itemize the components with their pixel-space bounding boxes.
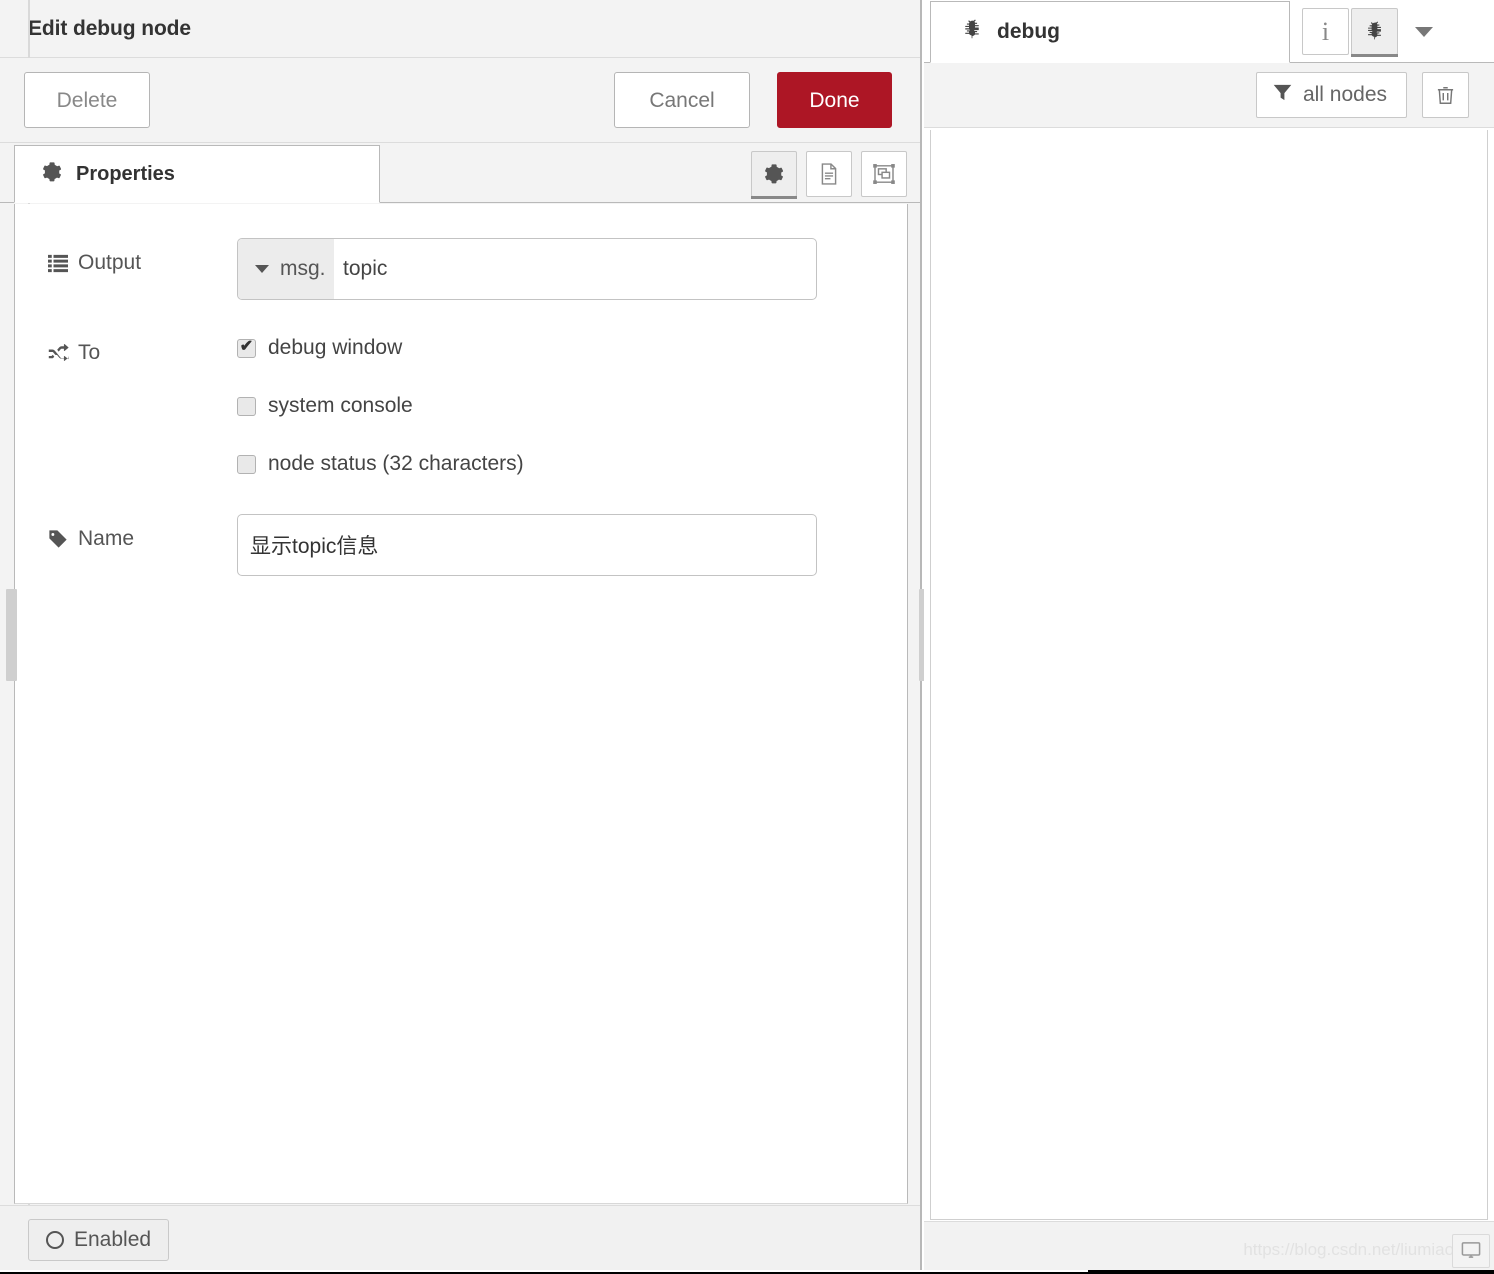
sidebar-tab-buttons: i xyxy=(1302,8,1450,62)
checkbox-node-status[interactable]: node status (32 characters) xyxy=(237,452,524,476)
output-label: Output xyxy=(78,251,142,274)
info-icon: i xyxy=(1321,16,1330,46)
checkbox-debug-window[interactable]: ✔ debug window xyxy=(237,336,524,360)
output-type-select[interactable]: msg. xyxy=(238,239,334,299)
window-bottom-edge-light xyxy=(0,1270,1088,1272)
to-label: To xyxy=(78,341,101,364)
name-row: Name xyxy=(15,514,907,576)
description-panel-button[interactable] xyxy=(806,150,852,197)
to-label-group: To xyxy=(47,328,237,365)
dialog-footer: Enabled xyxy=(0,1205,920,1274)
watermark-text: https://blog.csdn.net/liumiaocn xyxy=(1243,1240,1472,1259)
sidebar-menu-button[interactable] xyxy=(1398,8,1450,55)
dialog-tabstrip: Properties xyxy=(0,143,920,203)
list-icon xyxy=(47,253,69,273)
tag-icon xyxy=(47,529,69,549)
output-label-group: Output xyxy=(47,238,237,275)
checkbox-debug-window-label: debug window xyxy=(268,336,403,359)
dialog-toolbar-actions: Cancel Done xyxy=(614,72,892,128)
window-bottom-edge xyxy=(0,1270,1494,1274)
page-title: Edit debug node xyxy=(28,16,191,40)
node-red-editor: Edit debug node Delete Cancel Done Prope… xyxy=(0,0,1494,1274)
properties-form: Output msg. topic To ✔ debug window syst… xyxy=(14,204,908,1204)
checkbox-node-status-box[interactable] xyxy=(237,454,256,474)
dialog-titlebar: Edit debug node xyxy=(0,0,920,58)
enabled-toggle-button[interactable]: Enabled xyxy=(28,1219,170,1261)
dialog-toolbar: Delete Cancel Done xyxy=(0,58,920,143)
checkbox-system-console[interactable]: system console xyxy=(237,394,524,418)
chevron-down-icon xyxy=(255,265,269,273)
debug-toolbar: all nodes xyxy=(924,63,1494,128)
debug-tab-button[interactable] xyxy=(1351,8,1398,57)
left-resize-handle[interactable] xyxy=(6,589,17,681)
output-property-input[interactable]: msg. topic xyxy=(237,238,817,300)
cancel-button[interactable]: Cancel xyxy=(614,72,750,128)
debug-message-list[interactable] xyxy=(930,130,1488,1220)
circle-icon xyxy=(46,1231,64,1249)
open-debug-window-button[interactable] xyxy=(1452,1234,1490,1268)
edit-debug-node-dialog: Edit debug node Delete Cancel Done Prope… xyxy=(0,0,922,1274)
sidebar-tabstrip: debug i xyxy=(924,0,1494,63)
dialog-panel-buttons xyxy=(380,145,920,203)
delete-button[interactable]: Delete xyxy=(24,72,150,128)
info-tab-button[interactable]: i xyxy=(1302,8,1349,55)
to-options-group: ✔ debug window system console node statu… xyxy=(237,328,524,476)
tab-properties-label: Properties xyxy=(76,162,175,185)
filter-nodes-button[interactable]: all nodes xyxy=(1255,72,1407,118)
sidebar-tab-debug[interactable]: debug xyxy=(930,1,1290,63)
output-property-value[interactable]: topic xyxy=(334,239,816,299)
to-row: To ✔ debug window system console node st… xyxy=(15,328,907,476)
checkbox-system-console-box[interactable] xyxy=(237,396,256,416)
tab-properties[interactable]: Properties xyxy=(14,145,380,203)
trash-icon xyxy=(1437,86,1454,104)
gear-icon xyxy=(41,161,63,188)
properties-panel-button[interactable] xyxy=(751,150,797,199)
caret-down-icon xyxy=(1415,26,1433,37)
bug-icon xyxy=(961,18,983,46)
bug-icon xyxy=(1368,21,1381,40)
output-type-label: msg. xyxy=(280,257,326,280)
shuffle-icon xyxy=(47,343,69,364)
output-row: Output msg. topic xyxy=(15,238,907,300)
checkbox-system-console-label: system console xyxy=(268,394,413,417)
checkbox-node-status-label: node status (32 characters) xyxy=(268,452,524,475)
name-label: Name xyxy=(78,527,135,550)
done-button[interactable]: Done xyxy=(777,72,892,128)
filter-icon xyxy=(1273,83,1292,108)
clear-messages-button[interactable] xyxy=(1422,72,1469,118)
sidebar-tab-debug-label: debug xyxy=(997,20,1060,43)
sidebar-footer: https://blog.csdn.net/liumiaocn xyxy=(924,1221,1494,1274)
debug-sidebar: debug i all nodes https://blog.csdn.net/… xyxy=(924,0,1494,1274)
filter-nodes-label: all nodes xyxy=(1302,83,1387,106)
checkbox-debug-window-box[interactable]: ✔ xyxy=(237,338,256,358)
monitor-icon xyxy=(1461,1242,1481,1258)
appearance-panel-button[interactable] xyxy=(861,150,907,197)
name-input[interactable] xyxy=(237,514,817,576)
check-icon: ✔ xyxy=(239,338,254,355)
enabled-toggle-label: Enabled xyxy=(74,1228,152,1251)
name-label-group: Name xyxy=(47,514,237,551)
